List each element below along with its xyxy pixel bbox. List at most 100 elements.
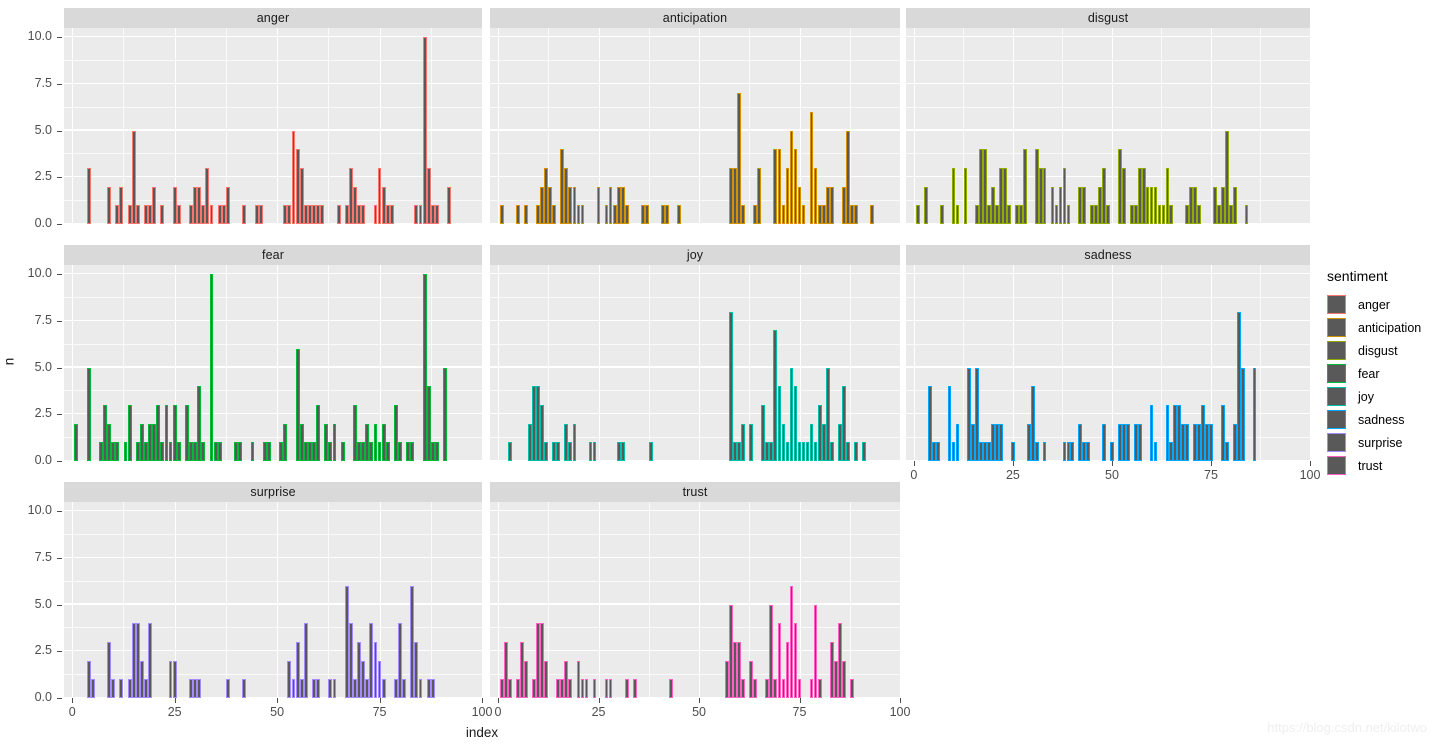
gridline-minor-horizontal bbox=[490, 106, 900, 108]
bar bbox=[817, 679, 822, 698]
panel-area-surprise bbox=[64, 502, 482, 698]
bar bbox=[849, 679, 854, 698]
bar bbox=[923, 186, 928, 224]
gridline-minor-vertical bbox=[225, 265, 227, 461]
gridline-minor-vertical bbox=[849, 265, 851, 461]
bar bbox=[225, 186, 230, 224]
gridline-minor-horizontal bbox=[490, 534, 900, 535]
facet-strip-label: anger bbox=[64, 8, 482, 28]
bar bbox=[592, 679, 597, 698]
y-tick-label: 2.5 bbox=[34, 406, 52, 421]
gridline-major-vertical bbox=[913, 265, 916, 461]
x-tick-mark bbox=[799, 698, 801, 703]
gridline-minor-vertical bbox=[328, 502, 329, 698]
gridline-minor-horizontal bbox=[64, 390, 482, 391]
bar bbox=[677, 205, 681, 224]
gridline-minor-horizontal bbox=[906, 343, 1310, 345]
panel-area-anticipation bbox=[490, 28, 900, 224]
x-tick-mark bbox=[277, 698, 279, 703]
y-tick-label: 10.0 bbox=[27, 503, 52, 518]
panel-area-disgust bbox=[906, 28, 1310, 224]
bar bbox=[620, 442, 625, 461]
bar bbox=[242, 679, 247, 698]
gridline-minor-vertical bbox=[1062, 265, 1064, 461]
gridline-major-horizontal bbox=[906, 129, 1310, 131]
x-tick-label: 0 bbox=[68, 705, 76, 719]
gridline-minor-vertical bbox=[123, 28, 124, 224]
legend-item-label: fear bbox=[1358, 366, 1380, 381]
bar bbox=[935, 442, 940, 461]
facet-panel-trust: trust bbox=[490, 482, 900, 698]
bar bbox=[320, 205, 325, 224]
y-tick-label: 0.0 bbox=[34, 690, 52, 704]
bar bbox=[845, 442, 850, 461]
watermark: https://blog.csdn.net/kilotwo bbox=[1267, 720, 1427, 735]
panel-area-joy bbox=[490, 265, 900, 461]
bar bbox=[1232, 186, 1237, 224]
bar bbox=[955, 205, 960, 224]
bar bbox=[508, 679, 512, 698]
bar bbox=[1185, 423, 1190, 461]
gridline-minor-vertical bbox=[123, 502, 124, 698]
gridline-minor-horizontal bbox=[64, 580, 482, 582]
bar bbox=[316, 405, 321, 461]
gridline-major-vertical bbox=[699, 502, 701, 698]
gridline-minor-horizontal bbox=[490, 60, 900, 61]
legend-color-swatch bbox=[1327, 341, 1346, 360]
bar bbox=[303, 623, 308, 698]
y-tick-label: 10.0 bbox=[27, 266, 52, 281]
gridline-major-horizontal bbox=[490, 556, 900, 558]
bar bbox=[741, 679, 746, 698]
legend-item-anticipation[interactable]: anticipation bbox=[1327, 316, 1437, 339]
bar bbox=[1240, 367, 1245, 461]
gridline-minor-vertical bbox=[849, 28, 851, 224]
bar bbox=[1209, 423, 1213, 461]
y-tick-label: 2.5 bbox=[34, 643, 52, 658]
gridline-major-horizontal bbox=[64, 510, 482, 512]
x-tick-label: 25 bbox=[167, 705, 182, 719]
legend-item-joy[interactable]: joy bbox=[1327, 385, 1437, 408]
x-tick-mark bbox=[913, 461, 915, 466]
bar bbox=[242, 205, 247, 224]
bar bbox=[584, 679, 589, 698]
bar bbox=[447, 186, 452, 224]
facet-panel-anger: anger bbox=[64, 8, 482, 224]
legend-item-label: joy bbox=[1358, 389, 1374, 404]
y-tick-mark bbox=[57, 414, 62, 416]
y-tick-mark bbox=[57, 274, 62, 276]
bar bbox=[829, 442, 834, 461]
gridline-minor-vertical bbox=[648, 265, 650, 461]
gridline-major-vertical bbox=[72, 28, 74, 224]
bar bbox=[1042, 442, 1047, 461]
legend-item-fear[interactable]: fear bbox=[1327, 362, 1437, 385]
gridline-major-horizontal bbox=[64, 82, 482, 84]
gridline-minor-horizontal bbox=[490, 390, 900, 391]
bar bbox=[1244, 205, 1249, 224]
bar bbox=[410, 442, 415, 461]
bar bbox=[176, 205, 181, 224]
x-tick-label: 50 bbox=[692, 705, 706, 719]
gridline-major-horizontal bbox=[906, 36, 1310, 38]
gridline-minor-vertical bbox=[548, 265, 549, 461]
bar bbox=[160, 205, 165, 224]
gridline-major-horizontal bbox=[906, 273, 1310, 275]
legend-item-surprise[interactable]: surprise bbox=[1327, 431, 1437, 454]
gridline-major-vertical bbox=[1111, 28, 1114, 224]
legend-item-anger[interactable]: anger bbox=[1327, 293, 1437, 316]
gridline-major-horizontal bbox=[64, 36, 482, 38]
bar bbox=[217, 442, 222, 461]
bar bbox=[1197, 205, 1201, 224]
bar bbox=[955, 423, 960, 461]
legend-item-sadness[interactable]: sadness bbox=[1327, 408, 1437, 431]
facet-grid: anger anticipation disgust fear joy sadness su… bbox=[0, 0, 1310, 753]
bar bbox=[86, 367, 91, 461]
gridline-minor-horizontal bbox=[490, 297, 900, 298]
bar bbox=[135, 205, 140, 224]
bar bbox=[999, 423, 1003, 461]
legend-item-label: trust bbox=[1358, 458, 1383, 473]
legend-item-trust[interactable]: trust bbox=[1327, 454, 1437, 477]
bar bbox=[1042, 168, 1047, 224]
legend-item-disgust[interactable]: disgust bbox=[1327, 339, 1437, 362]
bar bbox=[119, 186, 124, 224]
gridline-major-horizontal bbox=[64, 556, 482, 558]
